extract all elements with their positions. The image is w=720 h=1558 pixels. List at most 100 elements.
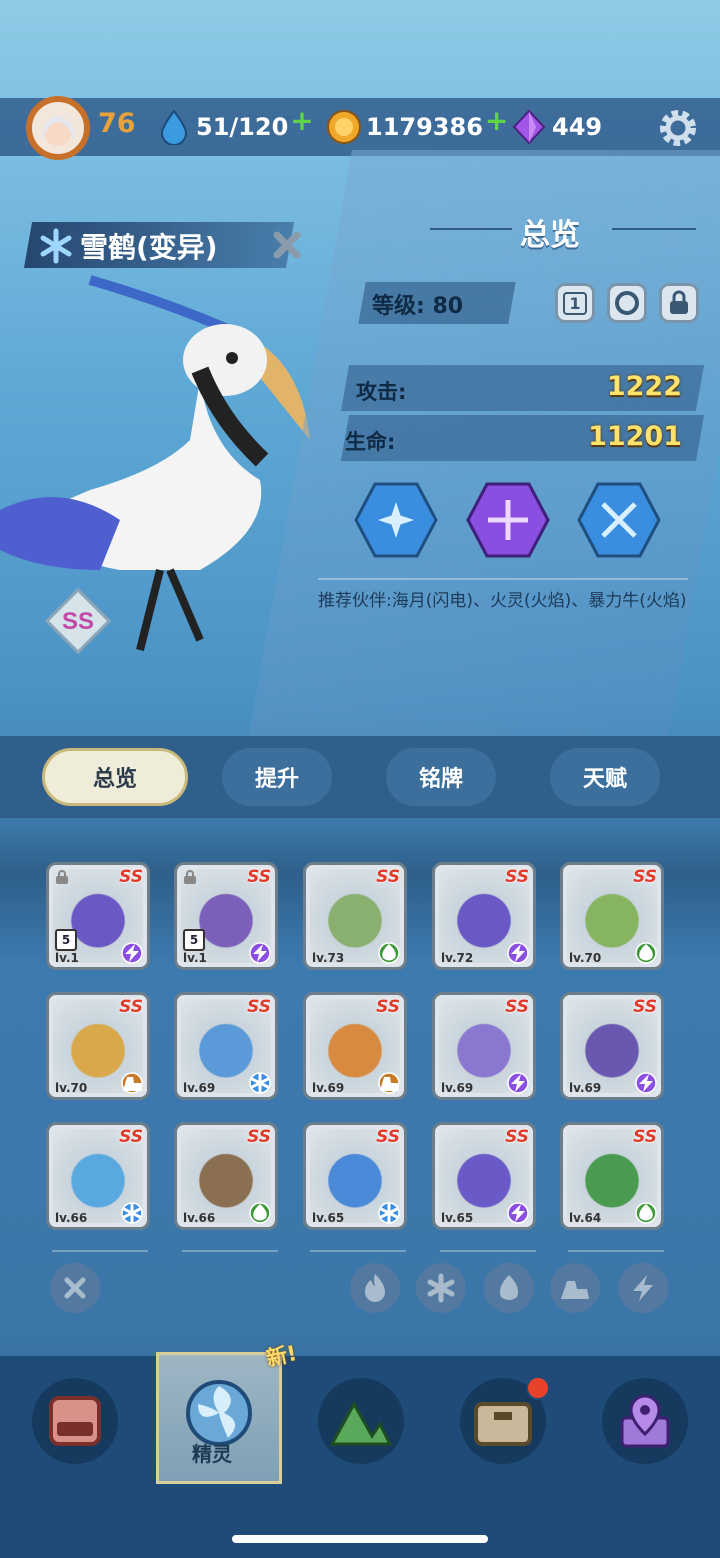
sprite-card[interactable]: SS lv.70	[560, 862, 664, 970]
lightning-icon	[633, 1275, 653, 1301]
rank-label: SS	[247, 867, 271, 887]
rank-label: SS	[247, 1127, 271, 1147]
skill-lightning-cross-icon[interactable]	[466, 482, 550, 558]
home-indicator[interactable]	[232, 1535, 488, 1543]
rank-label: SS	[376, 1127, 400, 1147]
add-coin-icon[interactable]: +	[485, 104, 508, 137]
grid-divider	[52, 1250, 148, 1252]
sprite-card[interactable]: SS lv.66	[46, 1122, 150, 1230]
sprite-level: lv.1	[55, 951, 79, 965]
sprite-card[interactable]: SS lv.70	[46, 992, 150, 1100]
nav-explore-button[interactable]	[318, 1378, 404, 1464]
lock-icon	[184, 870, 196, 884]
hp-value: 11201	[588, 421, 682, 452]
rank-label: SS	[633, 867, 657, 887]
level-label: 等级:	[372, 294, 425, 319]
sprite-card[interactable]: SS lv.65	[303, 1122, 407, 1230]
sprite-level: lv.69	[441, 1081, 474, 1095]
recommend-divider	[318, 578, 688, 580]
level-display: 等级: 80	[372, 288, 463, 320]
nav-battle-button[interactable]	[32, 1378, 118, 1464]
clear-icon	[64, 1277, 86, 1299]
sprite-card[interactable]: SS lv.73	[303, 862, 407, 970]
ice-icon	[427, 1273, 455, 1303]
coin-value: 1179386	[366, 113, 483, 141]
star-count-badge: 5	[183, 929, 205, 951]
filter-lightning-button[interactable]	[618, 1263, 668, 1313]
svg-text:SS: SS	[62, 608, 94, 635]
panel-title: 总览	[520, 218, 580, 253]
stamina-resource[interactable]: 51/120 +	[158, 104, 314, 150]
water-drop-icon	[160, 109, 188, 145]
tab-overview[interactable]: 总览	[42, 748, 188, 806]
sprite-card[interactable]: SS 5 lv.1	[174, 862, 278, 970]
coin-resource[interactable]: 1179386 +	[326, 104, 508, 150]
sprite-card[interactable]: SS 5 lv.1	[46, 862, 150, 970]
rank-label: SS	[376, 867, 400, 887]
rank-label: SS	[376, 997, 400, 1017]
skill-ice-star-icon[interactable]	[577, 482, 661, 558]
tab-talent[interactable]: 天赋	[550, 748, 660, 806]
ice-icon	[249, 1072, 271, 1094]
sprite-card[interactable]: SS lv.65	[432, 1122, 536, 1230]
close-icon[interactable]	[270, 228, 304, 262]
sprite-card[interactable]: SS lv.66	[174, 1122, 278, 1230]
sprite-card[interactable]: SS lv.69	[432, 992, 536, 1100]
notification-dot	[526, 1376, 550, 1400]
nav-map-button[interactable]	[602, 1378, 688, 1464]
filter-fire-button[interactable]	[350, 1263, 400, 1313]
lock-button[interactable]	[659, 283, 699, 323]
sprite-level: lv.69	[183, 1081, 216, 1095]
tab-upgrade[interactable]: 提升	[222, 748, 332, 806]
ring-button[interactable]	[607, 283, 647, 323]
coin-icon	[327, 110, 361, 144]
player-level: 76	[98, 108, 136, 139]
lightning-icon	[121, 942, 143, 964]
rank-label: SS	[505, 1127, 529, 1147]
grid-divider	[568, 1250, 664, 1252]
earth-icon	[121, 1072, 143, 1094]
nature-icon	[378, 942, 400, 964]
sprite-level: lv.66	[183, 1211, 216, 1225]
filter-nature-button[interactable]	[484, 1263, 534, 1313]
lock-icon	[56, 870, 68, 884]
add-stamina-icon[interactable]: +	[290, 104, 313, 137]
lightning-icon	[507, 942, 529, 964]
attack-value: 1222	[606, 371, 682, 402]
attack-label: 攻击:	[356, 380, 407, 404]
sprite-level: lv.64	[569, 1211, 602, 1225]
gem-resource[interactable]: 449	[512, 104, 602, 150]
sprite-card[interactable]: SS lv.69	[560, 992, 664, 1100]
tab-nameplate[interactable]: 铭牌	[386, 748, 496, 806]
title-ornament-left	[430, 228, 512, 230]
title-ornament-right	[612, 228, 696, 230]
grid-divider	[440, 1250, 536, 1252]
sprite-card[interactable]: SS lv.64	[560, 1122, 664, 1230]
rank-label: SS	[119, 867, 143, 887]
nav-sprite-label: 精灵	[192, 1442, 232, 1466]
filter-ice-button[interactable]	[416, 1263, 466, 1313]
filter-clear-button[interactable]	[50, 1263, 100, 1313]
sprite-level: lv.70	[55, 1081, 88, 1095]
hp-label: 生命:	[345, 430, 396, 454]
level-value: 80	[432, 294, 464, 319]
nature-icon	[635, 1202, 657, 1224]
rank-label: SS	[505, 867, 529, 887]
star-count-button[interactable]: 1	[555, 283, 595, 323]
rank-label: SS	[633, 1127, 657, 1147]
sprite-name-text: 雪鹤(变异)	[80, 231, 218, 264]
earth-icon	[561, 1281, 589, 1299]
sprite-card[interactable]: SS lv.69	[303, 992, 407, 1100]
sprite-card[interactable]: SS lv.72	[432, 862, 536, 970]
sprite-card[interactable]: SS lv.69	[174, 992, 278, 1100]
sprite-level: lv.69	[569, 1081, 602, 1095]
sprite-level: lv.1	[183, 951, 207, 965]
stamina-value: 51/120	[196, 113, 289, 141]
nature-icon	[500, 1275, 518, 1300]
skill-ice-shuriken-icon[interactable]	[354, 482, 438, 558]
recommend-partners: 推荐伙伴:海月(闪电)、火灵(火焰)、暴力牛(火焰)	[318, 591, 687, 611]
player-avatar[interactable]	[26, 96, 90, 160]
nature-icon	[249, 1202, 271, 1224]
settings-gear-icon[interactable]	[656, 106, 700, 150]
filter-earth-button[interactable]	[550, 1263, 600, 1313]
